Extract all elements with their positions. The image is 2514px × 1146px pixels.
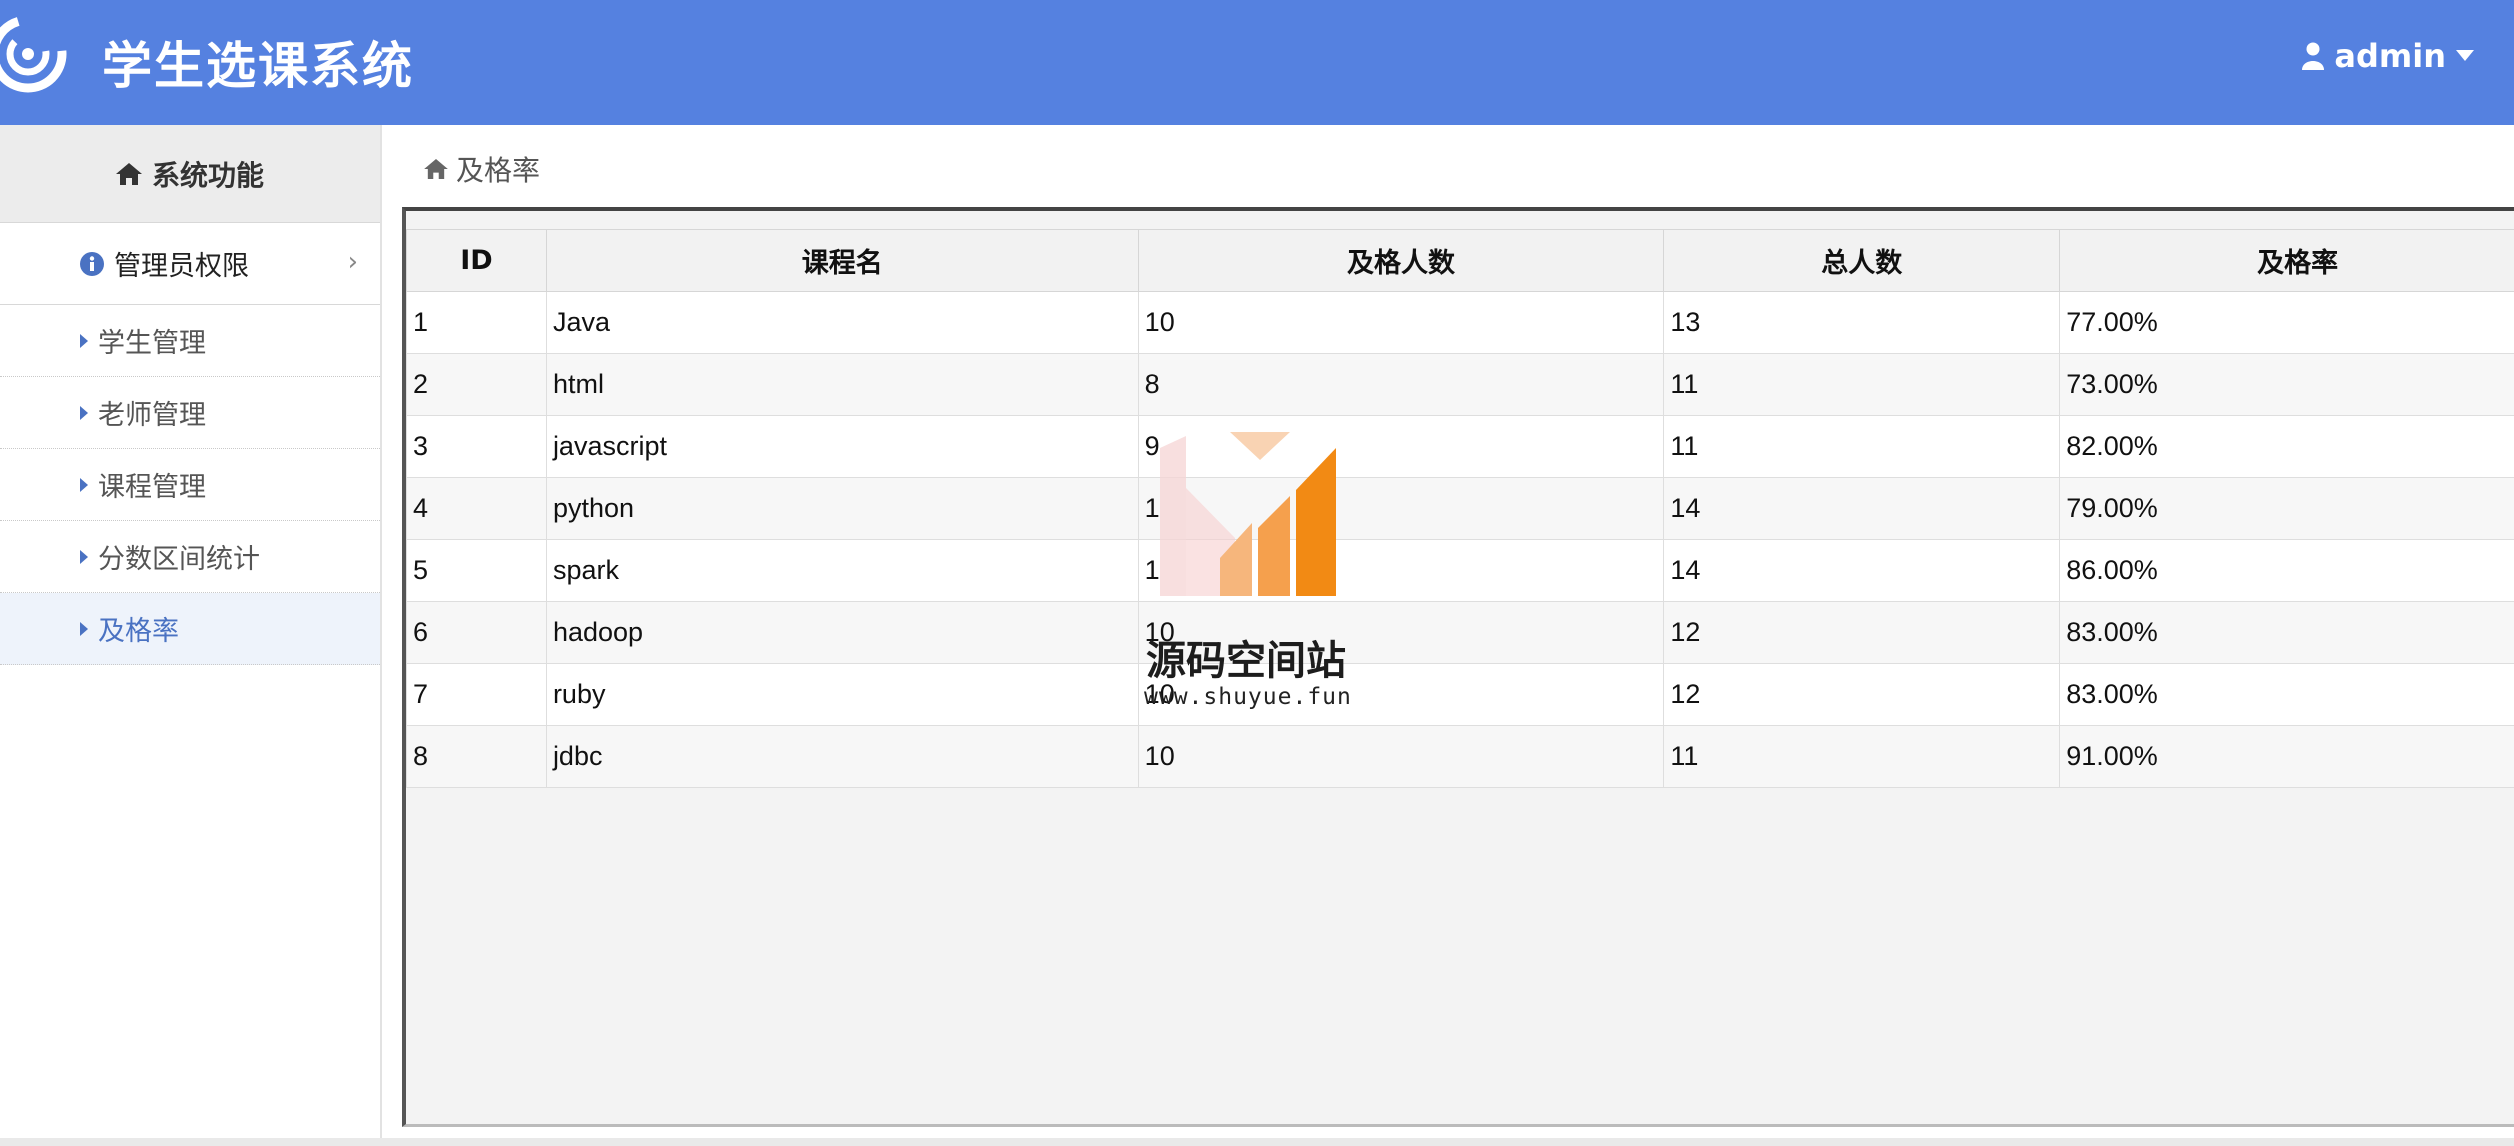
caret-right-icon — [80, 405, 88, 420]
cell-pass-rate: 91.00% — [2059, 725, 2514, 788]
content-panel: ID 课程名 及格人数 总人数 及格率 1 Java 10 13 77.00% … — [402, 207, 2514, 1127]
table-header-row: ID 课程名 及格人数 总人数 及格率 — [406, 229, 2514, 292]
cell-id: 3 — [406, 415, 547, 478]
sidebar-item-teacher-management[interactable]: 老师管理 — [0, 377, 380, 449]
cell-total-count: 11 — [1663, 725, 2061, 788]
cell-pass-count: 8 — [1137, 353, 1665, 416]
cell-pass-count: 10 — [1137, 725, 1665, 788]
bottom-scrollbar-track[interactable] — [0, 1138, 2514, 1146]
cell-pass-rate: 83.00% — [2059, 663, 2514, 726]
cell-pass-rate: 82.00% — [2059, 415, 2514, 478]
sidebar-item-label: 课程管理 — [98, 472, 206, 503]
info-icon — [80, 251, 104, 276]
cell-course-name: Java — [545, 291, 1139, 354]
column-header-total-count: 总人数 — [1663, 229, 2061, 292]
cell-pass-rate: 79.00% — [2059, 477, 2514, 540]
cell-course-name: ruby — [545, 663, 1139, 726]
sidebar-item-course-management[interactable]: 课程管理 — [0, 449, 380, 521]
app-title: 学生选课系统 — [102, 37, 414, 95]
pass-rate-table: ID 课程名 及格人数 总人数 及格率 1 Java 10 13 77.00% … — [406, 229, 2514, 788]
cell-course-name: hadoop — [545, 601, 1139, 664]
cell-id: 4 — [406, 477, 547, 540]
cell-total-count: 14 — [1663, 539, 2061, 602]
column-header-pass-count: 及格人数 — [1137, 229, 1665, 292]
sidebar-item-score-range-stats[interactable]: 分数区间统计 — [0, 521, 380, 593]
cell-id: 6 — [406, 601, 547, 664]
cell-course-name: python — [545, 477, 1139, 540]
user-icon — [2302, 42, 2325, 70]
table-row: 3 javascript 9 11 82.00% — [406, 415, 2514, 478]
table-row: 5 spark 1 14 86.00% — [406, 539, 2514, 602]
caret-right-icon — [80, 477, 88, 492]
cell-course-name: spark — [545, 539, 1139, 602]
caret-right-icon — [80, 549, 88, 564]
app-logo-icon — [0, 15, 67, 93]
cell-pass-rate: 86.00% — [2059, 539, 2514, 602]
caret-right-icon — [80, 333, 88, 348]
table-row: 2 html 8 11 73.00% — [406, 353, 2514, 416]
home-icon — [424, 159, 448, 179]
table-row: 7 ruby 10 12 83.00% — [406, 663, 2514, 726]
cell-pass-rate: 83.00% — [2059, 601, 2514, 664]
sidebar-item-label: 老师管理 — [98, 400, 206, 431]
sidebar-title: 系统功能 — [0, 125, 380, 223]
main-content: 及格率 ID 课程名 及格人数 总人数 及格率 1 Java 10 13 77.… — [384, 125, 2514, 1146]
cell-id: 5 — [406, 539, 547, 602]
sidebar-item-label: 学生管理 — [98, 328, 206, 359]
table-row: 6 hadoop 10 12 83.00% — [406, 601, 2514, 664]
cell-id: 1 — [406, 291, 547, 354]
sidebar-item-pass-rate[interactable]: 及格率 — [0, 593, 380, 665]
cell-pass-count: 9 — [1137, 415, 1665, 478]
column-header-pass-rate: 及格率 — [2059, 229, 2514, 292]
chevron-right-icon: › — [347, 247, 358, 277]
cell-total-count: 12 — [1663, 663, 2061, 726]
cell-course-name: javascript — [545, 415, 1139, 478]
cell-total-count: 14 — [1663, 477, 2061, 540]
cell-pass-rate: 77.00% — [2059, 291, 2514, 354]
cell-pass-rate: 73.00% — [2059, 353, 2514, 416]
sidebar-title-label: 系统功能 — [151, 158, 264, 192]
username-label: admin — [2334, 37, 2446, 75]
cell-pass-count: 1 — [1137, 539, 1665, 602]
cell-id: 8 — [406, 725, 547, 788]
column-header-course-name: 课程名 — [545, 229, 1139, 292]
cell-total-count: 11 — [1663, 415, 2061, 478]
cell-pass-count: 10 — [1137, 663, 1665, 726]
caret-down-icon — [2456, 50, 2474, 61]
sidebar-group-label: 管理员权限 — [114, 251, 249, 282]
cell-pass-count: 1 — [1137, 477, 1665, 540]
caret-right-icon — [80, 621, 88, 636]
sidebar-item-label: 及格率 — [98, 616, 179, 647]
breadcrumb: 及格率 — [424, 149, 540, 189]
cell-course-name: html — [545, 353, 1139, 416]
user-menu[interactable]: admin — [2302, 36, 2474, 76]
table-row: 4 python 1 14 79.00% — [406, 477, 2514, 540]
sidebar: 系统功能 管理员权限 › 学生管理 老师管理 课程管理 分数区间统计 及格率 — [0, 125, 382, 1146]
cell-id: 2 — [406, 353, 547, 416]
cell-total-count: 11 — [1663, 353, 2061, 416]
cell-pass-count: 10 — [1137, 601, 1665, 664]
cell-id: 7 — [406, 663, 547, 726]
sidebar-item-label: 分数区间统计 — [98, 544, 260, 575]
sidebar-item-student-management[interactable]: 学生管理 — [0, 305, 380, 377]
cell-total-count: 12 — [1663, 601, 2061, 664]
table-row: 8 jdbc 10 11 91.00% — [406, 725, 2514, 788]
table-row: 1 Java 10 13 77.00% — [406, 291, 2514, 354]
breadcrumb-label: 及格率 — [456, 154, 541, 187]
column-header-id: ID — [406, 229, 547, 292]
cell-course-name: jdbc — [545, 725, 1139, 788]
top-header: 学生选课系统 admin — [0, 0, 2514, 125]
sidebar-group-admin[interactable]: 管理员权限 › — [0, 223, 380, 305]
cell-total-count: 13 — [1663, 291, 2061, 354]
cell-pass-count: 10 — [1137, 291, 1665, 354]
home-icon — [115, 162, 142, 185]
